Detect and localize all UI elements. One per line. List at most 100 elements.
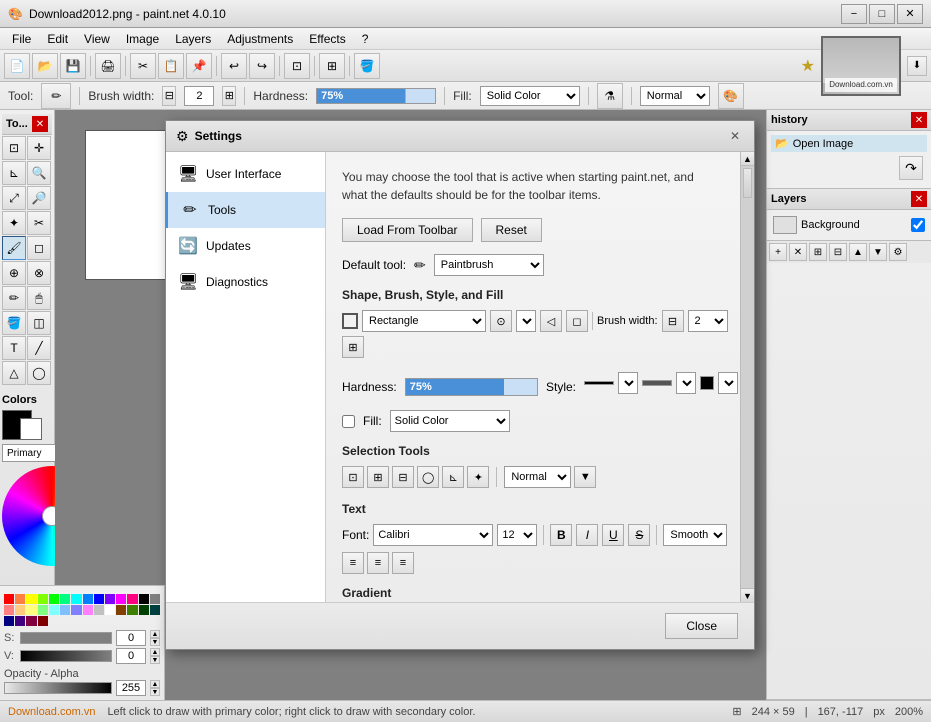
- menu-image[interactable]: Image: [118, 28, 167, 49]
- layers-duplicate-button[interactable]: ⊞: [809, 243, 827, 261]
- paste-button[interactable]: 📌: [186, 53, 212, 79]
- brush-width-input[interactable]: [184, 86, 214, 106]
- menu-effects[interactable]: Effects: [301, 28, 353, 49]
- rectangle-select-tool[interactable]: ⊡: [2, 136, 26, 160]
- menu-edit[interactable]: Edit: [39, 28, 76, 49]
- blend-mode-button[interactable]: ⚗: [597, 83, 623, 109]
- palette-orange[interactable]: [15, 594, 25, 604]
- brush-width-minus[interactable]: ⊟: [162, 86, 176, 106]
- palette-mint[interactable]: [60, 594, 70, 604]
- sel-lasso-button[interactable]: ⊾: [442, 466, 464, 488]
- tools-panel-close[interactable]: ✕: [32, 116, 48, 132]
- sel-magic-button[interactable]: ✦: [467, 466, 489, 488]
- layer-visible-checkbox[interactable]: [911, 218, 925, 232]
- sel-rect-button[interactable]: ⊡: [342, 466, 364, 488]
- line-tool[interactable]: ╱: [27, 336, 51, 360]
- zoom-in-tool[interactable]: 🔍: [27, 161, 51, 185]
- scroll-up-button[interactable]: ▲: [741, 152, 754, 166]
- magic-wand-tool[interactable]: ✦: [2, 211, 26, 235]
- undo-button[interactable]: ↩: [221, 53, 247, 79]
- palette-blue[interactable]: [94, 594, 104, 604]
- menu-layers[interactable]: Layers: [167, 28, 219, 49]
- palette-green[interactable]: [49, 594, 59, 604]
- print-button[interactable]: 🖨: [95, 53, 121, 79]
- palette-lightmagenta[interactable]: [83, 605, 93, 615]
- lasso-tool[interactable]: ⊾: [2, 161, 26, 185]
- nav-user-interface[interactable]: 🖥 User Interface: [166, 156, 325, 192]
- pencil-tool[interactable]: ✏: [2, 286, 26, 310]
- menu-view[interactable]: View: [76, 28, 118, 49]
- palette-magenta[interactable]: [116, 594, 126, 604]
- eraser-tool[interactable]: ◻: [27, 236, 51, 260]
- palette-red[interactable]: [4, 594, 14, 604]
- palette-darkviolet[interactable]: [15, 616, 25, 626]
- paint-bucket-tool[interactable]: 🪣: [2, 311, 26, 335]
- saturation-value[interactable]: [116, 630, 146, 646]
- palette-lime[interactable]: [38, 594, 48, 604]
- value-input[interactable]: [116, 648, 146, 664]
- fill-checkbox[interactable]: [342, 415, 355, 428]
- maximize-button[interactable]: □: [869, 4, 895, 24]
- palette-silver[interactable]: [94, 605, 104, 615]
- palette-lightcyan[interactable]: [49, 605, 59, 615]
- palette-lightgreen[interactable]: [38, 605, 48, 615]
- palette-teal[interactable]: [150, 605, 160, 615]
- italic-button[interactable]: I: [576, 524, 598, 546]
- history-forward-button[interactable]: ↷: [899, 156, 923, 180]
- value-track[interactable]: [20, 650, 112, 662]
- brush-type-button-1[interactable]: ⊙: [490, 310, 512, 332]
- saturation-down[interactable]: ▼: [150, 638, 160, 646]
- menu-help[interactable]: ?: [354, 28, 377, 49]
- saturation-up[interactable]: ▲: [150, 630, 160, 638]
- zoom-out-tool[interactable]: 🔎: [27, 186, 51, 210]
- nav-updates[interactable]: 🔄 Updates: [166, 228, 325, 264]
- opacity-track[interactable]: [4, 682, 112, 694]
- selection-mode-select[interactable]: Normal Add Subtract: [504, 466, 571, 488]
- reset-button[interactable]: Reset: [481, 218, 542, 242]
- line-style-2[interactable]: [642, 380, 672, 386]
- saturation-track[interactable]: [20, 632, 112, 644]
- fill-select[interactable]: Solid Color No Fill Outline: [480, 86, 580, 106]
- load-from-toolbar-button[interactable]: Load From Toolbar: [342, 218, 473, 242]
- value-down[interactable]: ▼: [150, 656, 160, 664]
- palette-maroon[interactable]: [26, 616, 36, 626]
- palette-yellow[interactable]: [26, 594, 36, 604]
- palette-skyblue[interactable]: [83, 594, 93, 604]
- palette-cyan[interactable]: [71, 594, 81, 604]
- bold-button[interactable]: B: [550, 524, 572, 546]
- sel-round-button[interactable]: ⊟: [392, 466, 414, 488]
- palette-rose[interactable]: [127, 594, 137, 604]
- color-options-button[interactable]: 🎨: [718, 83, 744, 109]
- gradient-tool[interactable]: ◫: [27, 311, 51, 335]
- brush-type-select[interactable]: ▼: [516, 310, 536, 332]
- shapes-tool[interactable]: △: [2, 361, 26, 385]
- font-select[interactable]: Calibri Arial Times New Roman: [373, 524, 493, 546]
- palette-peach[interactable]: [15, 605, 25, 615]
- deselect-button[interactable]: ⊡: [284, 53, 310, 79]
- palette-white[interactable]: [105, 605, 115, 615]
- history-open-image[interactable]: 📂 Open Image: [771, 135, 927, 152]
- clone-stamp-tool[interactable]: ⊕: [2, 261, 26, 285]
- palette-darkolive[interactable]: [127, 605, 137, 615]
- line-style-select-2[interactable]: ▼: [676, 372, 696, 394]
- nav-tools[interactable]: ✏ Tools: [166, 192, 325, 228]
- minimize-button[interactable]: −: [841, 4, 867, 24]
- default-tool-select[interactable]: Paintbrush Pencil Rectangle Select: [434, 254, 544, 276]
- text-tool[interactable]: T: [2, 336, 26, 360]
- palette-lightyellow[interactable]: [26, 605, 36, 615]
- line-cap-select[interactable]: ▼: [718, 372, 738, 394]
- palette-brown[interactable]: [116, 605, 126, 615]
- brush-width-plus[interactable]: ⊞: [222, 86, 236, 106]
- opacity-down[interactable]: ▼: [150, 688, 160, 696]
- layers-up-button[interactable]: ▲: [849, 243, 867, 261]
- cut-button[interactable]: ✂: [130, 53, 156, 79]
- copy-button[interactable]: 📋: [158, 53, 184, 79]
- palette-violet[interactable]: [105, 594, 115, 604]
- recolor-tool[interactable]: ⊗: [27, 261, 51, 285]
- palette-lightblue[interactable]: [60, 605, 70, 615]
- layers-properties-button[interactable]: ⚙: [889, 243, 907, 261]
- brush-width-dialog-select[interactable]: 2 1 3 4 5: [688, 310, 728, 332]
- save-button[interactable]: 💾: [60, 53, 86, 79]
- close-dialog-button[interactable]: Close: [665, 613, 738, 639]
- crop-tool[interactable]: ✂: [27, 211, 51, 235]
